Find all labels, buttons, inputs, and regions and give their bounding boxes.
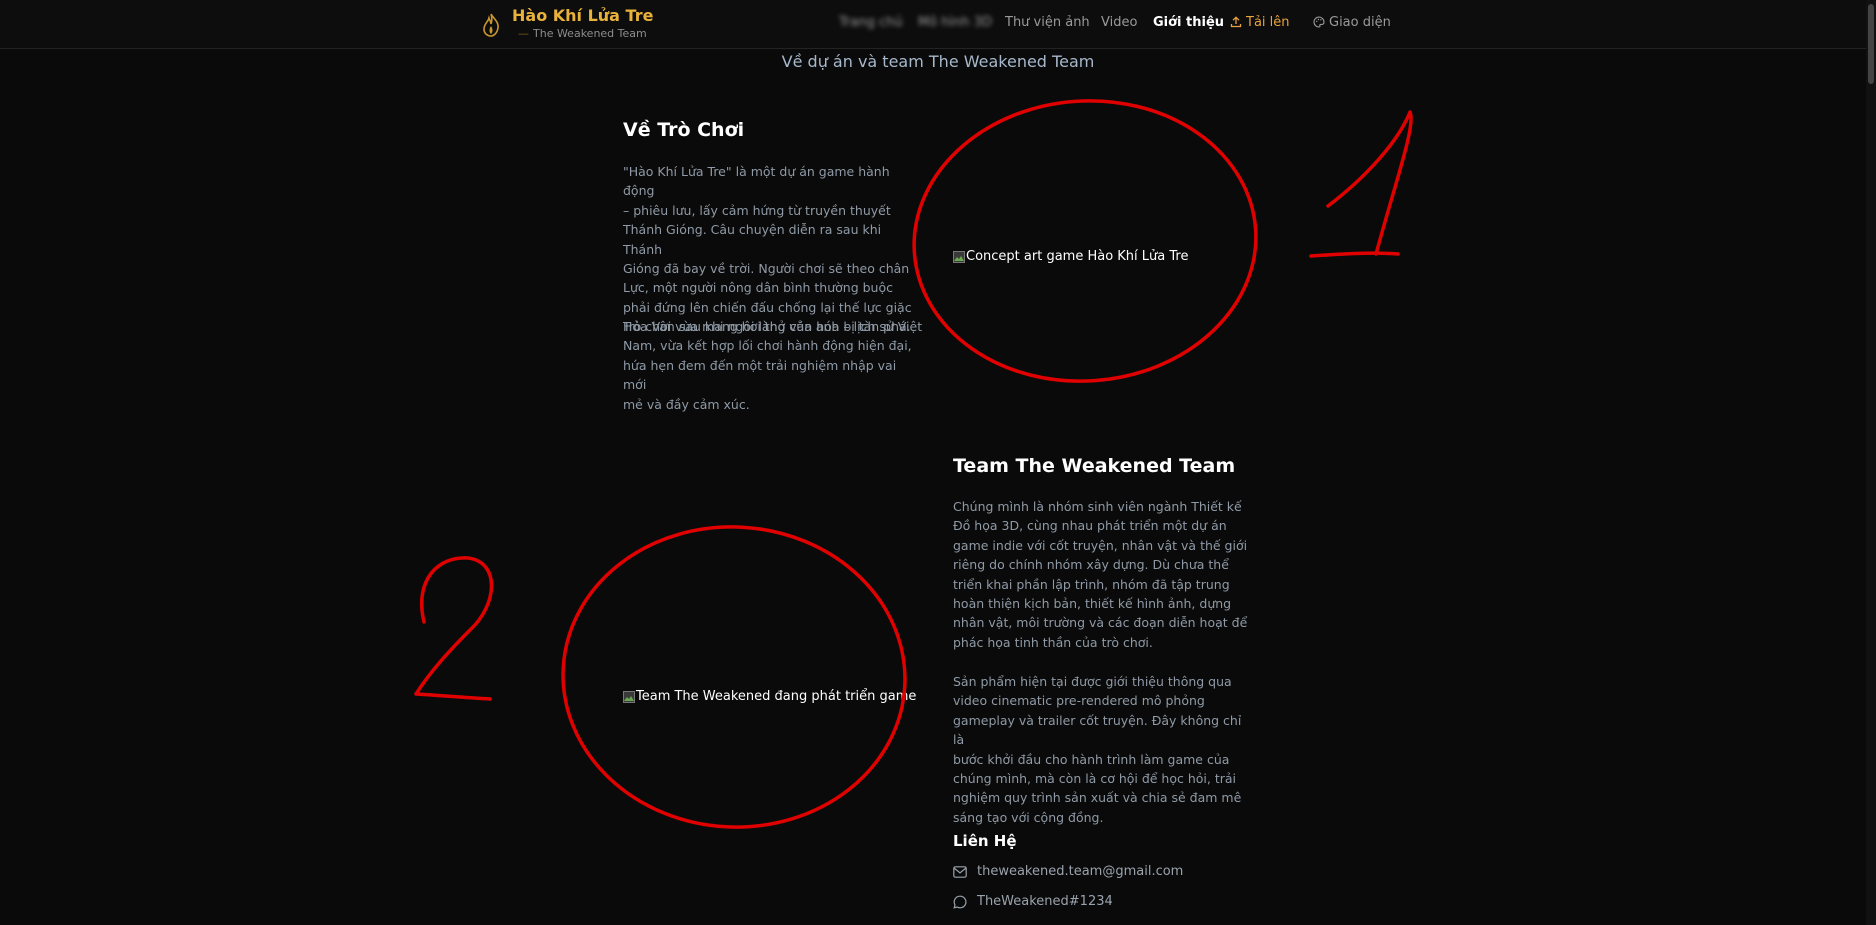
scrollbar-thumb[interactable] — [1868, 4, 1874, 84]
annotation-number-1 — [1309, 110, 1413, 258]
annotation-number-2 — [414, 556, 494, 701]
annotation-circle-1 — [912, 99, 1258, 383]
scrollbar[interactable] — [1866, 0, 1876, 925]
annotation-circle-2 — [561, 525, 907, 829]
annotation-overlay — [414, 99, 1413, 829]
